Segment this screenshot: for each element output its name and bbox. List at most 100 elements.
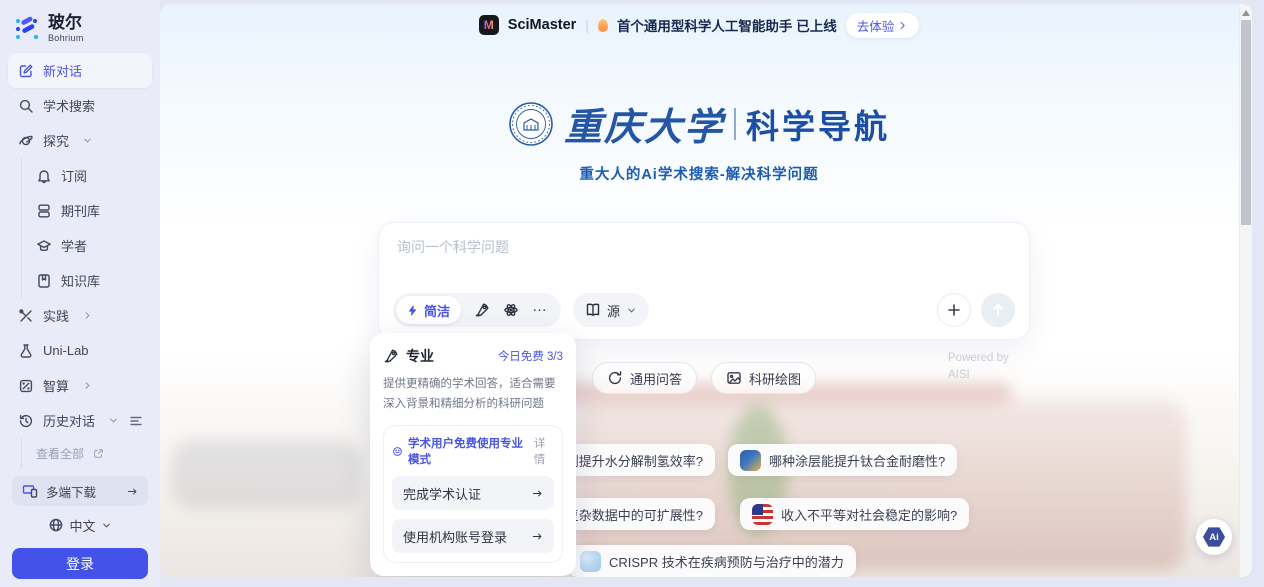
scholar-icon	[36, 238, 52, 254]
sidebar-item-explore[interactable]: 探究	[8, 123, 152, 158]
popup-description: 提供更精确的学术回答，适合需要深入背景和精细分析的科研问题	[383, 375, 563, 414]
scroll-up-button[interactable]	[1242, 10, 1250, 16]
question-input[interactable]	[397, 237, 1011, 281]
sidebar-item-practice[interactable]: 实践	[8, 298, 152, 333]
language-selector[interactable]: 中文	[0, 510, 160, 540]
general-qa-label: 通用问答	[630, 369, 682, 388]
suggestion-text: 收入不平等对社会稳定的影响?	[781, 505, 957, 524]
sidebar-item-scholars[interactable]: 学者	[22, 228, 152, 263]
sidebar-item-label: 知识库	[61, 271, 100, 290]
suggestion-chip[interactable]: CRISPR 技术在疾病预防与治疗中的潜力	[568, 545, 856, 577]
search-icon	[18, 98, 34, 114]
mode-concise-button[interactable]: 简洁	[396, 296, 461, 324]
sidebar-item-label: 历史对话	[43, 411, 95, 430]
compute-icon	[18, 378, 34, 394]
arrow-right-icon	[127, 486, 138, 497]
knowledge-icon	[36, 273, 52, 289]
attach-button[interactable]	[937, 293, 971, 327]
sidebar-item-smart-compute[interactable]: 智算	[8, 368, 152, 403]
scrollbar-thumb[interactable]	[1241, 20, 1251, 225]
bohrium-logo-icon	[14, 16, 40, 42]
suggestion-chip[interactable]: 哪种涂层能提升钛合金耐磨性?	[728, 444, 957, 476]
academic-verify-button[interactable]: 完成学术认证	[392, 476, 554, 510]
edit-icon	[18, 63, 34, 79]
chevron-down-icon	[101, 520, 112, 531]
campus-photo-building-left	[171, 439, 361, 509]
divider	[734, 108, 736, 140]
history-icon	[18, 413, 34, 429]
login-button[interactable]: 登录	[12, 548, 148, 579]
sidebar-item-label: 学者	[61, 236, 87, 255]
suggestion-chip[interactable]: 收入不平等对社会稳定的影响?	[740, 498, 969, 530]
divider: |	[585, 17, 589, 33]
sidebar-item-label: 探究	[43, 131, 69, 150]
details-link[interactable]: 详情	[534, 435, 554, 467]
planet-icon	[18, 133, 34, 149]
mode-research-button[interactable]	[503, 302, 519, 318]
sidebar-item-knowledge-base[interactable]: 知识库	[22, 263, 152, 298]
product-name: 科学导航	[746, 100, 890, 148]
sidebar-item-label: 期刊库	[61, 201, 100, 220]
hero-subtitle: 重大人的Ai学术搜索-解决科学问题	[160, 163, 1238, 184]
sidebar-item-academic-search[interactable]: 学术搜索	[8, 88, 152, 123]
crispr-thumbnail-icon	[580, 551, 601, 572]
multi-device-download-button[interactable]: 多端下载	[12, 476, 148, 506]
app-logo[interactable]: 玻尔 Bohrium	[0, 0, 160, 53]
login-label: 登录	[66, 554, 94, 574]
app-name: 玻尔	[48, 14, 84, 31]
research-drawing-button[interactable]: 科研绘图	[711, 362, 816, 394]
mode-switcher: 简洁 …	[393, 293, 561, 327]
flame-icon	[598, 19, 608, 32]
suggestion-text: 哪种涂层能提升钛合金耐磨性?	[769, 451, 945, 470]
history-subitems: 查看全部	[21, 438, 160, 468]
sidebar-item-new-chat[interactable]: 新对话	[8, 53, 152, 88]
source-label: 源	[607, 301, 620, 320]
sidebar-item-subscriptions[interactable]: 订阅	[22, 158, 152, 193]
suggestion-text: CRISPR 技术在疾病预防与治疗中的潜力	[609, 552, 844, 571]
more-modes-button[interactable]: …	[532, 307, 549, 314]
general-qa-button[interactable]: 通用问答	[592, 362, 697, 394]
chevron-down-icon	[626, 305, 637, 316]
send-icon	[990, 302, 1006, 318]
scimaster-brand: SciMaster	[508, 17, 577, 33]
scimaster-logo-icon: M	[479, 15, 499, 35]
search-toolbar: 简洁 … 源	[393, 293, 1015, 327]
institution-login-button[interactable]: 使用机构账号登录	[392, 519, 554, 553]
ai-assistant-button[interactable]: Ai	[1196, 519, 1232, 555]
institution-login-label: 使用机构账号登录	[403, 527, 507, 546]
main-content: M SciMaster | 首个通用型科学人工智能助手 已上线 去体验 重庆大学…	[160, 4, 1252, 577]
rocket-icon	[383, 348, 399, 364]
source-selector[interactable]: 源	[573, 293, 649, 327]
us-flag-icon	[752, 504, 773, 525]
collapse-sidebar-icon[interactable]	[128, 413, 144, 429]
sidebar-bottom: 多端下载 中文 登录	[0, 476, 160, 579]
mode-pro-button[interactable]	[474, 302, 490, 318]
sidebar-item-label: 新对话	[43, 61, 82, 80]
devices-icon	[22, 483, 38, 499]
lab-icon	[18, 343, 34, 359]
sidebar-item-label: Uni-Lab	[43, 343, 89, 358]
try-now-button[interactable]: 去体验	[846, 13, 920, 38]
sidebar-item-history[interactable]: 历史对话	[8, 403, 152, 438]
badge-icon	[392, 446, 403, 457]
chevron-down-icon	[108, 415, 119, 426]
suggestion-text: 剂提升水分解制氢效率?	[566, 451, 703, 470]
arrow-right-icon	[532, 488, 543, 499]
send-button[interactable]	[981, 293, 1015, 327]
academic-verify-label: 完成学术认证	[403, 484, 481, 503]
sidebar-item-label: 订阅	[61, 166, 87, 185]
plus-icon	[946, 302, 962, 318]
chevron-right-icon	[82, 310, 93, 321]
ai-label: Ai	[1209, 532, 1219, 543]
view-all-link[interactable]: 查看全部	[22, 438, 152, 468]
university-seal-icon	[508, 101, 554, 147]
popup-promo-card: 学术用户免费使用专业模式 详情 完成学术认证 使用机构账号登录	[383, 425, 563, 563]
lightning-icon	[407, 305, 418, 316]
try-now-label: 去体验	[857, 16, 895, 35]
book-icon	[585, 302, 601, 318]
scrollbar[interactable]	[1239, 4, 1252, 577]
research-drawing-label: 科研绘图	[749, 369, 801, 388]
promo-banner: M SciMaster | 首个通用型科学人工智能助手 已上线 去体验	[160, 12, 1238, 38]
sidebar-item-journals[interactable]: 期刊库	[22, 193, 152, 228]
sidebar-item-uni-lab[interactable]: Uni-Lab	[8, 333, 152, 368]
